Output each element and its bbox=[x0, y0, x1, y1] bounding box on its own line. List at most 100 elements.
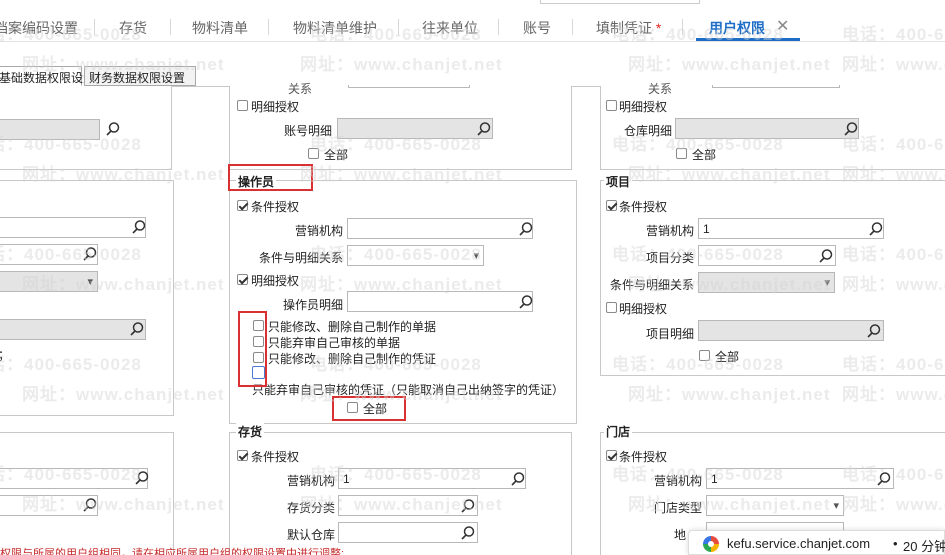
project-detail-input bbox=[698, 320, 884, 341]
tab-inventory[interactable]: 存货 bbox=[119, 18, 147, 38]
subtab-financial-data-permissions[interactable]: 财务数据权限设置 bbox=[84, 66, 196, 86]
search-icon[interactable] bbox=[868, 221, 884, 237]
search-icon[interactable] bbox=[518, 294, 534, 310]
project-detail-auth-checkbox[interactable] bbox=[606, 302, 617, 313]
subtab-basic-data-permissions[interactable]: 基础数据权限设置 bbox=[0, 66, 95, 86]
store-org-input[interactable]: 1 bbox=[706, 468, 894, 489]
search-icon[interactable] bbox=[129, 321, 145, 337]
store-org-label: 营销机构 bbox=[653, 474, 702, 488]
search-icon[interactable] bbox=[105, 121, 121, 137]
search-icon[interactable] bbox=[518, 221, 534, 237]
tab-bom-maintenance[interactable]: 物料清单维护 bbox=[293, 18, 377, 38]
store-type-select[interactable]: ▾ bbox=[706, 495, 844, 516]
project-detail-auth-label: 明细授权 bbox=[619, 302, 668, 316]
search-icon[interactable] bbox=[82, 246, 98, 262]
tab-separator bbox=[170, 19, 171, 35]
toast-separator: • bbox=[893, 536, 898, 551]
search-icon[interactable] bbox=[510, 471, 526, 487]
tab-user-permissions[interactable]: 用户权限 bbox=[709, 18, 765, 38]
browser-toast[interactable]: kefu.service.chanjet.com • 20 分钟 bbox=[688, 530, 945, 555]
project-cond-auth-checkbox[interactable] bbox=[606, 200, 617, 211]
search-icon[interactable] bbox=[82, 497, 98, 513]
operator-relation-label: 条件与明细关系 bbox=[258, 251, 343, 265]
operator-detail-auth-checkbox[interactable] bbox=[237, 274, 248, 285]
search-icon[interactable] bbox=[131, 219, 147, 235]
left-relation-select[interactable]: ▾ bbox=[0, 271, 98, 292]
inventory-org-input[interactable]: 1 bbox=[338, 468, 526, 489]
chrome-logo-icon bbox=[703, 536, 719, 552]
chevron-down-icon: ▾ bbox=[473, 250, 479, 262]
tab-account[interactable]: 账号 bbox=[523, 18, 551, 38]
project-all-checkbox[interactable] bbox=[699, 350, 710, 361]
operator-detail-input[interactable] bbox=[347, 291, 533, 312]
operator-relation-select[interactable]: ▾ bbox=[347, 245, 484, 266]
search-icon[interactable] bbox=[460, 525, 476, 541]
account-all-label: 全部 bbox=[324, 148, 349, 162]
operator-org-input[interactable] bbox=[347, 218, 533, 239]
left-org-input[interactable] bbox=[0, 217, 146, 238]
watermark-site: 网址：www.chanjet.net bbox=[300, 55, 503, 74]
tab-separator bbox=[498, 19, 499, 35]
project-org-input[interactable]: 1 bbox=[698, 218, 884, 239]
operator-cond-auth-checkbox[interactable] bbox=[237, 200, 248, 211]
toast-site: kefu.service.chanjet.com bbox=[727, 536, 871, 551]
warehouse-all-checkbox[interactable] bbox=[676, 148, 687, 159]
project-all-label: 全部 bbox=[715, 350, 740, 364]
warehouse-relation-select-bottom[interactable] bbox=[712, 85, 840, 88]
inventory-warehouse-input[interactable] bbox=[338, 522, 478, 543]
store-cond-auth-checkbox[interactable] bbox=[606, 450, 617, 461]
project-category-input[interactable] bbox=[698, 245, 836, 266]
warehouse-all-label: 全部 bbox=[692, 148, 717, 162]
inventory-cond-auth-checkbox[interactable] bbox=[237, 450, 248, 461]
search-icon[interactable] bbox=[460, 498, 476, 514]
watermark-site: 网址：www.chanjet.net bbox=[628, 385, 831, 404]
left-all-label-partial: ； bbox=[0, 346, 10, 363]
project-cond-auth-label: 条件授权 bbox=[619, 200, 668, 214]
project-relation-select[interactable]: ▾ bbox=[698, 272, 835, 293]
search-icon[interactable] bbox=[476, 121, 492, 137]
tab-separator bbox=[398, 19, 399, 35]
highlight-operator-title bbox=[228, 164, 313, 191]
left-group-middle bbox=[0, 180, 174, 416]
inventory-category-input[interactable] bbox=[338, 495, 478, 516]
tab-archive-code-settings[interactable]: 档案编码设置 bbox=[0, 18, 78, 38]
inventory-category-label: 存货分类 bbox=[286, 501, 335, 515]
account-relation-select-bottom[interactable] bbox=[348, 85, 470, 88]
option-unaudit-own-documents-label: 只能弃审自己审核的单据 bbox=[268, 336, 401, 350]
option-unaudit-own-vouchers-label: 只能弃审自己审核的凭证（只能取消自己出纳签字的凭证） bbox=[252, 383, 565, 397]
chevron-down-icon: ▾ bbox=[824, 277, 830, 289]
store-region-label-partial: 地 bbox=[673, 528, 686, 542]
chevron-down-icon: ▾ bbox=[833, 500, 839, 512]
store-type-label: 门店类型 bbox=[653, 501, 702, 515]
option-edit-own-documents-label: 只能修改、删除自己制作的单据 bbox=[268, 320, 437, 334]
search-icon[interactable] bbox=[843, 121, 859, 137]
search-icon[interactable] bbox=[134, 470, 150, 486]
search-icon[interactable] bbox=[818, 248, 834, 264]
warehouse-detail-input bbox=[675, 118, 859, 139]
active-tab-indicator bbox=[696, 38, 800, 41]
left-org-input-bottom[interactable] bbox=[0, 468, 148, 489]
account-detail-auth-checkbox[interactable] bbox=[237, 100, 248, 111]
search-icon[interactable] bbox=[866, 323, 882, 339]
warehouse-detail-label: 仓库明细 bbox=[623, 124, 672, 138]
left-detail-input bbox=[0, 119, 100, 140]
required-mark: * bbox=[655, 20, 662, 36]
left-detail-input-2 bbox=[0, 319, 146, 340]
inherited-permission-note: 权限与所属的用户组相同，请在相应所属用户组的权限设置中进行调整; bbox=[0, 548, 345, 555]
tab-business-partners[interactable]: 往来单位 bbox=[422, 18, 478, 38]
highlight-all-checkbox bbox=[332, 396, 406, 421]
close-tab-icon[interactable]: ✕ bbox=[776, 16, 789, 36]
top-search-box[interactable] bbox=[540, 0, 700, 4]
module-tab-bar: 档案编码设置 存货 物料清单 物料清单维护 往来单位 账号 填制凭证 * 用户权… bbox=[0, 0, 945, 42]
project-org-label: 营销机构 bbox=[645, 224, 694, 238]
tab-bom[interactable]: 物料清单 bbox=[192, 18, 248, 38]
account-detail-input bbox=[337, 118, 493, 139]
account-relation-label-partial: 关系 bbox=[288, 82, 313, 96]
tab-voucher-entry[interactable]: 填制凭证 * bbox=[596, 18, 661, 38]
store-cond-auth-label: 条件授权 bbox=[619, 450, 668, 464]
warehouse-detail-auth-checkbox[interactable] bbox=[606, 100, 617, 111]
account-all-checkbox[interactable] bbox=[308, 148, 319, 159]
tab-separator bbox=[268, 19, 269, 35]
warehouse-detail-auth-label: 明细授权 bbox=[619, 100, 668, 114]
search-icon[interactable] bbox=[876, 471, 892, 487]
